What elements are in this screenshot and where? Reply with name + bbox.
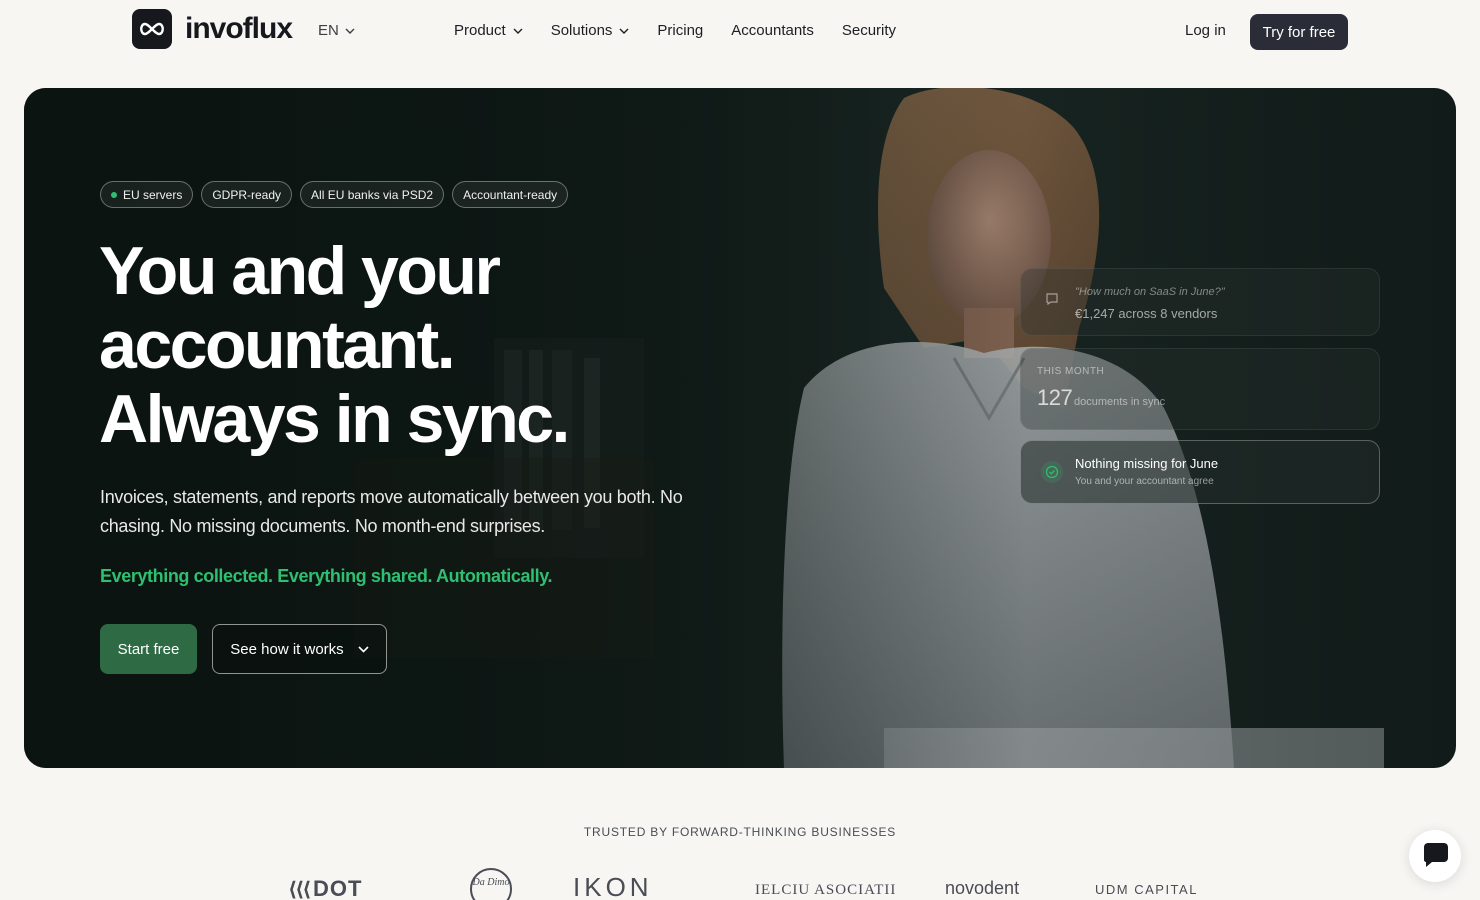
headline-line: accountant. [99,307,456,383]
logo-ikon: IKON [573,872,653,900]
nav-item-label: Product [454,22,506,39]
pill-eu-servers: EU servers [100,181,194,208]
brand-logo-text: Da Dimo [472,877,510,888]
nav-item-pricing[interactable]: Pricing [657,22,703,39]
client-logos: ⟨⟨⟨ DOT Da Dimo IKON IELCIU ASOCIATII no… [0,862,1480,900]
chat-widget-button[interactable] [1409,830,1461,882]
query-card: "How much on SaaS in June?" €1,247 acros… [1020,268,1380,336]
logo-udm-capital: UDM CAPITAL [1095,882,1198,897]
chevron-down-icon [345,28,355,34]
nav-item-product[interactable]: Product [454,22,523,39]
brand-logo-text: DOT [312,876,363,900]
logo-dot: ⟨⟨⟨ DOT [288,876,363,900]
feature-pills: EU servers GDPR-ready All EU banks via P… [100,181,569,208]
top-nav: invoflux EN Product Solutions Pricing Ac… [0,0,1480,66]
nav-item-security[interactable]: Security [842,22,896,39]
nav-item-accountants[interactable]: Accountants [731,22,814,39]
nav-item-label: Pricing [657,22,704,39]
logo-novodent: novodent [945,878,1019,899]
button-label: See how it works [230,640,344,658]
document-count-label: documents in sync [1074,396,1166,408]
headline-line: You and your [99,233,501,309]
chevron-down-icon [513,28,523,34]
brand-logo-text: novodent [945,878,1020,898]
hero-subtext: Invoices, statements, and reports move a… [100,487,683,536]
month-stats-card: THIS MONTH 127 documents in sync [1020,348,1380,430]
pill-label: GDPR-ready [212,187,282,202]
query-text: "How much on SaaS in June?" [1075,286,1225,298]
brand-logo-text: UDM CAPITAL [1095,882,1198,897]
status-dot-icon [111,191,117,198]
brand-logo-text: IELCIU ASOCIATII [755,882,897,898]
headline-line: Always in sync. [99,381,570,457]
status-card: Nothing missing for June You and your ac… [1020,440,1380,504]
document-count: 127 [1037,385,1073,410]
pill-label: Accountant-ready [463,187,558,202]
language-label: EN [318,22,339,39]
chevron-down-icon [358,645,369,653]
month-label: THIS MONTH [1037,366,1105,377]
query-answer: €1,247 across 8 vendors [1075,306,1218,321]
logo-ielciu: IELCIU ASOCIATII [755,882,896,899]
login-link[interactable]: Log in [1185,22,1226,39]
nav-item-label: Solutions [550,22,613,39]
brand-name[interactable]: invoflux [185,10,293,48]
hero-section: EU servers GDPR-ready All EU banks via P… [24,88,1456,768]
see-how-it-works-button[interactable]: See how it works [212,624,387,674]
nav-item-label: Security [841,22,897,39]
nav-item-solutions[interactable]: Solutions [551,22,630,39]
start-free-button[interactable]: Start free [100,624,197,674]
brand-logo-text: IKON [573,872,653,900]
pill-accountant-ready: Accountant-ready [452,181,569,208]
pill-label: EU servers [123,187,183,202]
status-subtitle: You and your accountant agree [1075,476,1214,487]
hero-headline: You and your accountant. Always in sync. [99,234,719,456]
language-selector[interactable]: EN [318,22,355,39]
logo-da-dimo: Da Dimo [470,868,512,900]
pill-label: All EU banks via PSD2 [311,187,434,202]
hero-accent-line: Everything collected. Everything shared.… [100,566,553,586]
chat-icon [1424,843,1448,867]
chevron-down-icon [619,28,629,34]
chat-bubble-icon [1046,293,1058,306]
try-for-free-button[interactable]: Try for free [1250,14,1348,50]
pill-gdpr: GDPR-ready [201,181,293,208]
status-title: Nothing missing for June [1075,456,1219,471]
nav-links: Product Solutions Pricing Accountants Se… [454,22,896,39]
logo-icon[interactable] [132,9,172,49]
pill-eu-banks: All EU banks via PSD2 [300,181,445,208]
trusted-by-label: TRUSTED BY FORWARD-THINKING BUSINESSES [583,825,897,839]
nav-item-label: Accountants [731,22,814,39]
check-circle-icon [1041,461,1063,483]
